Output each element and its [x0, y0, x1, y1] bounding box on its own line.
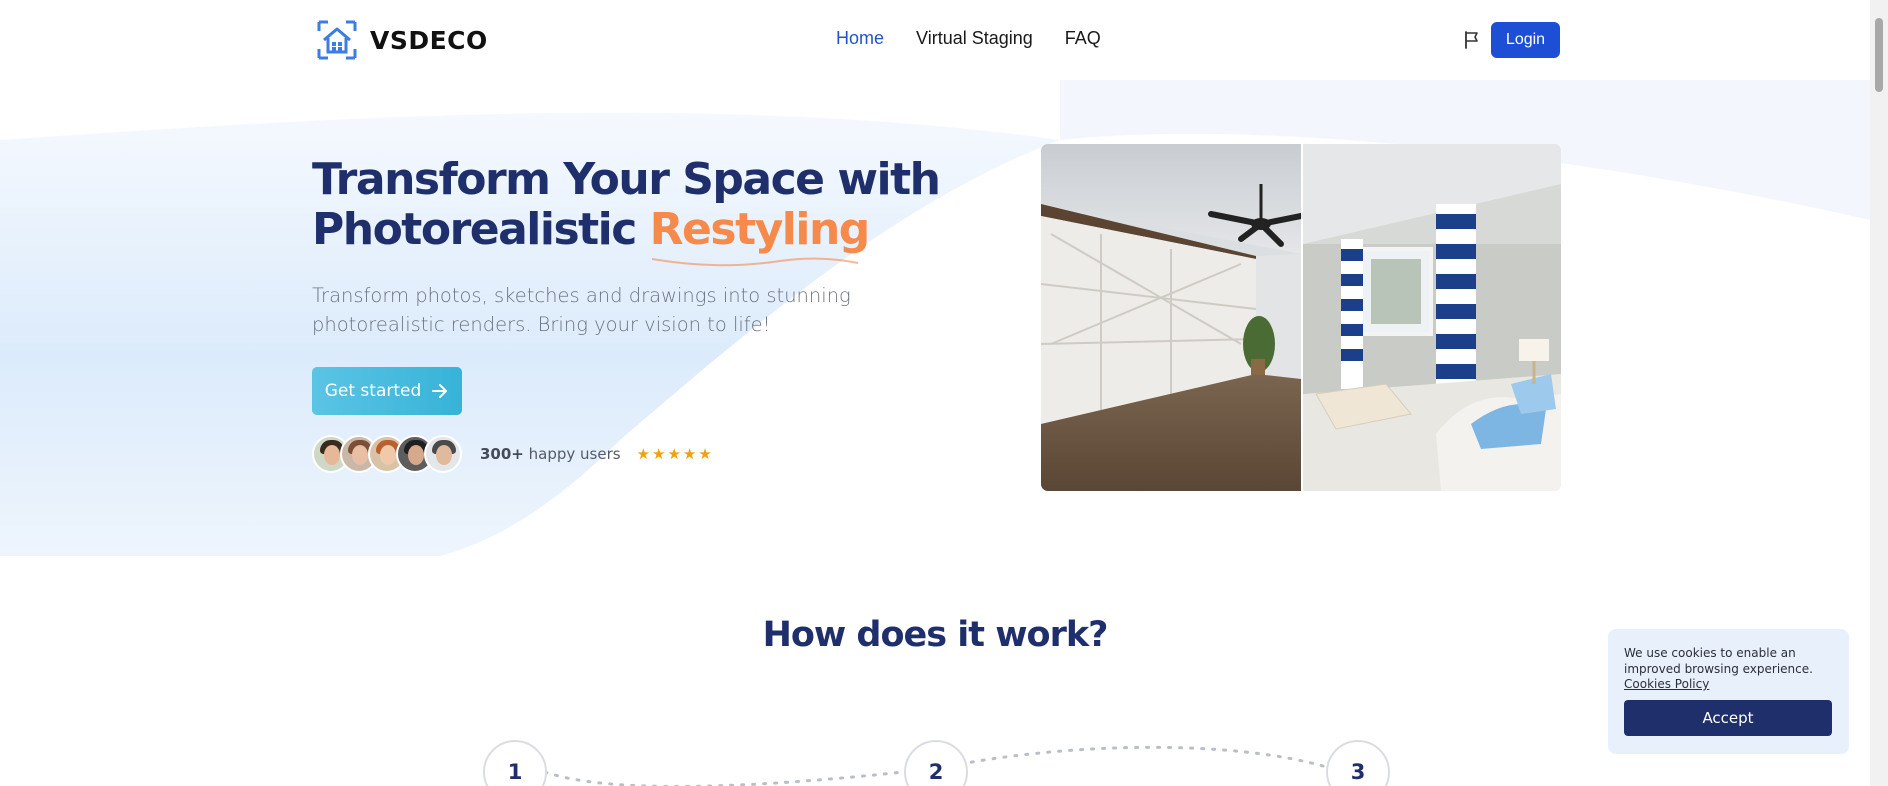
user-avatars — [312, 435, 462, 473]
cookie-banner: We use cookies to enable an improved bro… — [1608, 629, 1849, 754]
avatar — [424, 435, 462, 473]
arrow-right-icon — [432, 384, 448, 398]
social-proof: 300+ happy users ★★★★★ — [312, 435, 1012, 473]
how-it-works-title: How does it work? — [762, 615, 1109, 655]
before-after-comparison[interactable] — [1041, 144, 1561, 491]
main-nav: Home Virtual Staging FAQ — [836, 28, 1101, 49]
login-button[interactable]: Login — [1491, 22, 1560, 58]
room-comparison-image — [1041, 144, 1561, 491]
accept-cookies-button[interactable]: Accept — [1624, 700, 1832, 736]
hero-subtitle: Transform photos, sketches and drawings … — [312, 284, 851, 336]
hero-title: Transform Your Space with Photorealistic… — [312, 154, 1012, 267]
users-count: 300+ — [480, 445, 524, 463]
hero-title-accent-text: Restyling — [649, 204, 871, 255]
flag-icon[interactable] — [1463, 30, 1481, 50]
hero-title-accent: Restyling — [649, 204, 871, 267]
site-header: VSDECO Home Virtual Staging FAQ Login — [0, 0, 1870, 80]
nav-home[interactable]: Home — [836, 28, 884, 49]
cookies-policy-link[interactable]: Cookies Policy — [1624, 677, 1833, 691]
get-started-label: Get started — [324, 381, 422, 401]
happy-users-text: 300+ happy users — [480, 445, 621, 463]
users-label: happy users — [523, 445, 621, 463]
nav-faq[interactable]: FAQ — [1065, 28, 1101, 49]
hero-title-line1: Transform Your Space with — [312, 154, 941, 205]
brand-logo[interactable]: VSDECO — [316, 19, 488, 61]
brand-name: VSDECO — [370, 25, 488, 55]
cookie-text: We use cookies to enable an improved bro… — [1624, 646, 1813, 676]
hero-title-line2: Photorealistic — [312, 204, 650, 255]
get-started-button[interactable]: Get started — [312, 367, 462, 415]
rating-stars-icon: ★★★★★ — [636, 446, 714, 463]
nav-virtual-staging[interactable]: Virtual Staging — [916, 28, 1033, 49]
scrollbar-thumb[interactable] — [1875, 18, 1883, 92]
page-scrollbar[interactable] — [1870, 0, 1888, 786]
squiggle-underline-icon — [651, 257, 858, 267]
house-logo-icon — [317, 20, 357, 60]
hero-section: Transform Your Space with Photorealistic… — [312, 155, 1012, 473]
